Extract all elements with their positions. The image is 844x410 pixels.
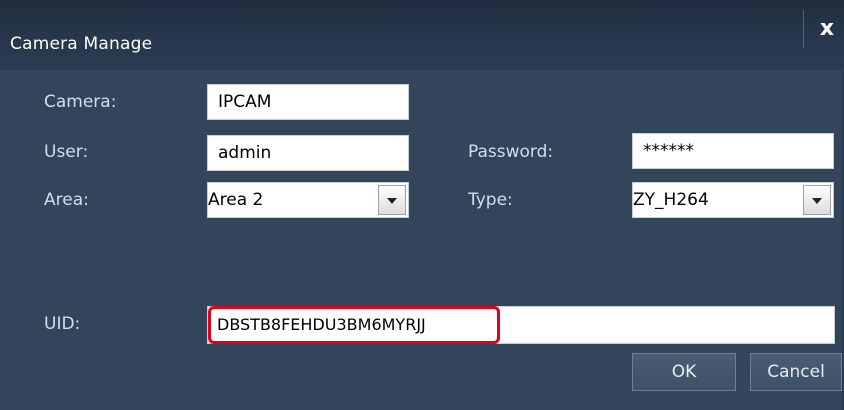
area-label: Area: xyxy=(44,190,89,210)
type-select[interactable]: ZY_H264 xyxy=(632,182,834,218)
title-separator xyxy=(803,10,804,48)
chevron-down-icon xyxy=(387,198,397,204)
type-label: Type: xyxy=(468,190,513,210)
close-button[interactable]: x xyxy=(812,12,842,46)
camera-label: Camera: xyxy=(44,92,117,112)
dialog-title: Camera Manage xyxy=(10,34,153,54)
password-label: Password: xyxy=(468,142,554,162)
ok-button[interactable]: OK xyxy=(632,353,736,391)
uid-label: UID: xyxy=(44,314,81,334)
uid-field[interactable]: DBSTB8FEHDU3BM6MYRJJ xyxy=(207,306,835,344)
chevron-down-icon xyxy=(812,198,822,204)
user-field[interactable]: admin xyxy=(207,135,409,171)
type-dropdown-button[interactable] xyxy=(803,185,831,215)
camera-manage-dialog: Camera Manage x Camera: IPCAM User: admi… xyxy=(0,0,844,410)
type-select-value: ZY_H264 xyxy=(633,190,709,210)
cancel-button[interactable]: Cancel xyxy=(750,353,842,391)
password-field[interactable]: ****** xyxy=(632,133,834,169)
close-icon: x xyxy=(819,16,835,41)
user-label: User: xyxy=(44,142,89,162)
uid-highlight: DBSTB8FEHDU3BM6MYRJJ xyxy=(208,306,500,344)
area-select-value: Area 2 xyxy=(208,190,264,210)
title-bar[interactable]: Camera Manage x xyxy=(0,0,844,70)
area-select[interactable]: Area 2 xyxy=(207,182,409,218)
area-dropdown-button[interactable] xyxy=(378,185,406,215)
camera-field[interactable]: IPCAM xyxy=(207,84,409,120)
